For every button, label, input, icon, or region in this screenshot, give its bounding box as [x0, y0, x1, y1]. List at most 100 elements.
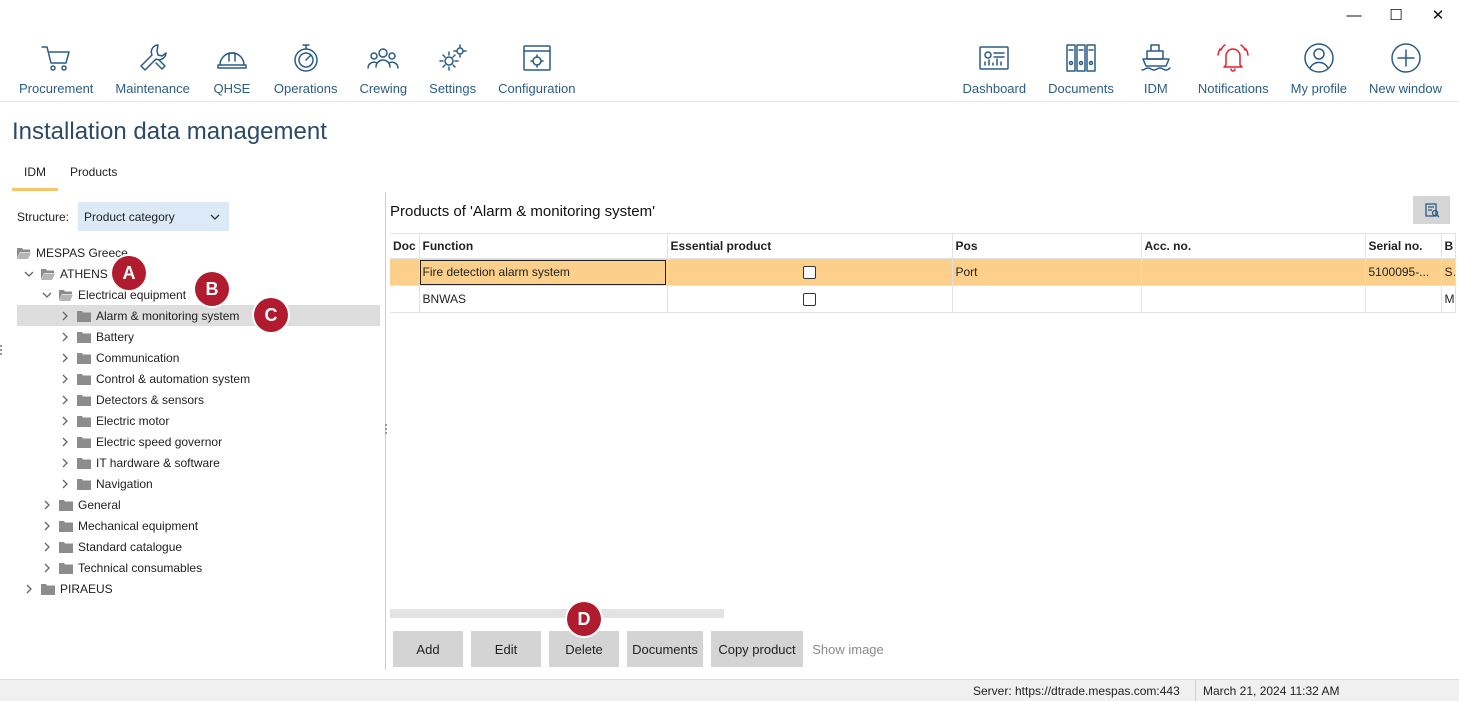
folder-icon [77, 310, 91, 322]
toolbar-maintenance[interactable]: Maintenance [104, 38, 200, 96]
chevron-right-icon[interactable] [59, 478, 71, 490]
copy-product-button[interactable]: Copy product [711, 631, 803, 667]
tab-bar: IDM Products [12, 160, 129, 191]
toolbar-label: Maintenance [115, 81, 190, 96]
column-header-b[interactable]: B [1441, 233, 1456, 259]
toolbar-label: Notifications [1197, 81, 1269, 96]
chevron-right-icon[interactable] [59, 352, 71, 364]
chevron-down-icon[interactable] [23, 268, 35, 280]
table-row[interactable]: Fire detection alarm system Port 5100095… [390, 258, 1456, 286]
cell-b[interactable]: S [1441, 258, 1456, 286]
toolbar-procurement[interactable]: Procurement [8, 38, 104, 96]
cart-icon [36, 38, 76, 78]
cell-doc[interactable] [390, 285, 420, 313]
tree-node[interactable]: Communication [17, 347, 380, 368]
toolbar-my-profile[interactable]: My profile [1280, 38, 1358, 96]
maximize-button[interactable]: ☐ [1375, 0, 1417, 30]
chevron-right-icon[interactable] [59, 331, 71, 343]
documents-button[interactable]: Documents [627, 631, 703, 667]
column-header-function[interactable]: Function [419, 233, 668, 259]
add-button[interactable]: Add [393, 631, 463, 667]
cell-b[interactable]: M [1441, 285, 1456, 313]
toolbar-qhse[interactable]: QHSE [201, 38, 263, 96]
toolbar-crewing[interactable]: Crewing [348, 38, 418, 96]
chevron-right-icon[interactable] [59, 394, 71, 406]
tab-idm[interactable]: IDM [12, 160, 58, 191]
toolbar-new-window[interactable]: New window [1358, 38, 1453, 96]
tree-node[interactable]: Detectors & sensors [17, 389, 380, 410]
bell-icon [1213, 38, 1253, 78]
horizontal-scrollbar[interactable] [390, 609, 724, 618]
chevron-down-icon [210, 214, 220, 220]
chevron-right-icon[interactable] [41, 562, 53, 574]
column-header-acc-no[interactable]: Acc. no. [1141, 233, 1366, 259]
chevron-right-icon[interactable] [59, 436, 71, 448]
edit-button[interactable]: Edit [471, 631, 541, 667]
toolbar-configuration[interactable]: Configuration [487, 38, 586, 96]
toolbar-dashboard[interactable]: Dashboard [951, 38, 1037, 96]
cell-serial-no[interactable]: 5100095-... [1365, 258, 1442, 286]
tab-products[interactable]: Products [58, 160, 129, 191]
cell-serial-no[interactable] [1365, 285, 1442, 313]
delete-button[interactable]: Delete [549, 631, 619, 667]
tree-node[interactable]: Battery [17, 326, 380, 347]
left-splitter-grip[interactable] [0, 345, 3, 359]
tree-node[interactable]: Electric speed governor [17, 431, 380, 452]
toolbar-operations[interactable]: Operations [263, 38, 349, 96]
chevron-right-icon[interactable] [41, 520, 53, 532]
toolbar-settings[interactable]: Settings [418, 38, 487, 96]
tree-node[interactable]: Electric motor [17, 410, 380, 431]
cell-function[interactable]: BNWAS [419, 285, 668, 313]
tree-node-label: Navigation [96, 476, 153, 491]
tree-node[interactable]: Mechanical equipment [17, 515, 380, 536]
tree-node[interactable]: General [17, 494, 380, 515]
structure-select[interactable]: Product category [78, 202, 230, 231]
cell-doc[interactable] [390, 258, 420, 286]
tree-node-label: Control & automation system [96, 371, 251, 386]
binders-icon [1061, 38, 1101, 78]
column-header-pos[interactable]: Pos [952, 233, 1142, 259]
export-button[interactable] [1413, 196, 1450, 224]
chevron-right-icon[interactable] [41, 499, 53, 511]
toolbar-documents[interactable]: Documents [1037, 38, 1125, 96]
close-button[interactable]: ✕ [1417, 0, 1459, 30]
chevron-right-icon[interactable] [41, 541, 53, 553]
tree-node[interactable]: Control & automation system [17, 368, 380, 389]
cell-acc-no[interactable] [1141, 258, 1366, 286]
tree-node[interactable]: PIRAEUS [17, 578, 380, 599]
page-title: Installation data management [12, 118, 327, 145]
essential-checkbox[interactable] [803, 265, 816, 279]
toolbar-idm[interactable]: IDM [1125, 38, 1187, 96]
toolbar-notifications[interactable]: Notifications [1187, 38, 1280, 96]
essential-checkbox[interactable] [803, 292, 816, 306]
chevron-down-icon[interactable] [41, 289, 53, 301]
tree-node[interactable]: Navigation [17, 473, 380, 494]
chevron-right-icon[interactable] [59, 373, 71, 385]
tree-node[interactable]: MESPAS Greece [17, 242, 380, 263]
products-table: Doc Function Essential product Pos Acc. … [390, 233, 1456, 313]
cell-pos[interactable]: Port [952, 258, 1142, 286]
tree-node[interactable]: Standard catalogue [17, 536, 380, 557]
cell-function[interactable]: Fire detection alarm system [419, 258, 668, 286]
structure-select-value: Product category [84, 209, 175, 224]
chevron-right-icon[interactable] [23, 583, 35, 595]
main-toolbar: Procurement Maintenance QHSE Operations … [0, 38, 1459, 102]
column-header-essential[interactable]: Essential product [667, 233, 953, 259]
column-header-doc[interactable]: Doc [390, 233, 420, 259]
minimize-button[interactable]: — [1333, 0, 1375, 30]
tree-node-label: Electric speed governor [96, 434, 223, 449]
tree-node[interactable]: IT hardware & software [17, 452, 380, 473]
table-row[interactable]: BNWAS M [390, 285, 1456, 313]
chevron-right-icon[interactable] [59, 457, 71, 469]
chevron-right-icon[interactable] [59, 310, 71, 322]
toolbar-right-group: Dashboard Documents IDM Notifications My… [951, 38, 1453, 96]
cell-pos[interactable] [952, 285, 1142, 313]
cell-acc-no[interactable] [1141, 285, 1366, 313]
show-image-button: Show image [812, 641, 884, 657]
tree-node[interactable]: Alarm & monitoring system [17, 305, 380, 326]
column-header-serial-no[interactable]: Serial no. [1365, 233, 1442, 259]
folder-icon [41, 583, 55, 595]
chevron-right-icon[interactable] [59, 415, 71, 427]
tree-panel: Structure: Product category MESPAS Greec… [0, 192, 385, 670]
tree-node[interactable]: Technical consumables [17, 557, 380, 578]
